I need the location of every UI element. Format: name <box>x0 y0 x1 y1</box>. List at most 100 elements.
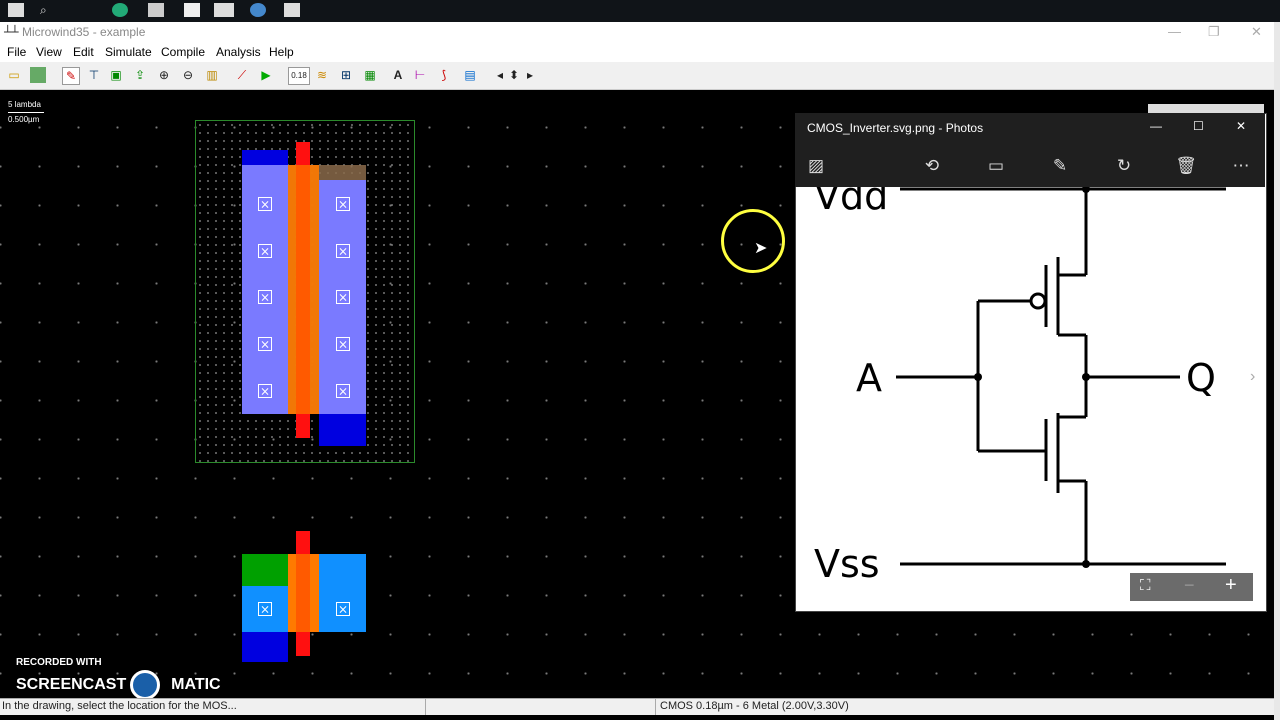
photos-maximize-button[interactable]: ☐ <box>1193 119 1204 133</box>
status-process: CMOS 0.18µm - 6 Metal (2.00V,3.30V) <box>660 700 849 712</box>
scale-bar <box>8 112 44 113</box>
photos-minimize-button[interactable]: — <box>1150 119 1162 133</box>
screencast-logo-icon <box>130 670 160 700</box>
search-icon[interactable]: ⌕ <box>40 3 56 17</box>
palette-icon[interactable]: ▤ <box>462 67 478 83</box>
process-icon[interactable]: 0.18 <box>288 67 310 85</box>
cut-icon[interactable]: ⇪ <box>132 67 148 83</box>
ndiff-bottom[interactable] <box>242 632 288 662</box>
zoom-in-icon[interactable]: ⊕ <box>156 67 172 83</box>
text-icon[interactable]: A <box>390 67 406 83</box>
app-icon[interactable] <box>148 3 164 17</box>
diffusion-bottom[interactable] <box>319 414 366 446</box>
app-icon[interactable] <box>214 3 234 17</box>
menu-bar: File View Edit Simulate Compile Analysis… <box>0 42 1274 62</box>
contact-icon[interactable]: ⨯ <box>336 244 350 258</box>
taskbar: ⌕ <box>0 0 1280 22</box>
status-message: In the drawing, select the location for … <box>2 700 237 712</box>
chip-icon[interactable]: ▦ <box>362 67 378 83</box>
vertical-scrollbar[interactable] <box>1274 22 1280 720</box>
chrome-icon[interactable] <box>112 3 128 17</box>
app-icon[interactable] <box>284 3 300 17</box>
scale-indicator: 5 lambda 0.500µm <box>8 100 44 124</box>
nmos-poly-channel <box>296 554 310 632</box>
contact-icon[interactable]: ⨯ <box>258 337 272 351</box>
cursor-highlight <box>721 209 785 273</box>
box-icon[interactable]: ▣ <box>108 67 124 83</box>
watermark-line1: RECORDED WITH <box>16 657 102 668</box>
contact-icon[interactable]: ⨯ <box>336 602 350 616</box>
slideshow-icon[interactable]: ▭ <box>985 155 1007 177</box>
vss-label: Vss <box>814 542 880 586</box>
status-bar: In the drawing, select the location for … <box>0 698 1274 715</box>
share-icon[interactable]: ⟲ <box>921 155 943 177</box>
fit-window-icon[interactable]: ⛶ <box>1140 577 1151 594</box>
arrow-updown-icon[interactable]: ⬍ <box>506 67 522 83</box>
microwind-icon: ┴┴ <box>4 25 19 39</box>
pmos-bubble <box>1029 292 1047 310</box>
restore-button[interactable]: ❐ <box>1208 24 1220 40</box>
menu-compile[interactable]: Compile <box>161 45 205 59</box>
zoom-out-icon[interactable]: ⊖ <box>180 67 196 83</box>
photos-close-button[interactable]: ✕ <box>1236 119 1246 133</box>
contact-icon[interactable]: ⨯ <box>258 384 272 398</box>
edit-icon[interactable]: ✎ <box>1049 155 1071 177</box>
image-icon[interactable]: ▨ <box>805 155 827 177</box>
app-icon[interactable] <box>184 3 200 17</box>
photos-title: CMOS_Inverter.svg.png - Photos <box>807 121 984 135</box>
browser-icon[interactable] <box>250 3 266 17</box>
cross-section-icon[interactable]: ⊞ <box>338 67 354 83</box>
layers-icon[interactable]: ≋ <box>314 67 330 83</box>
metal-icon[interactable]: ⊢ <box>412 67 428 83</box>
minimize-button[interactable]: — <box>1168 24 1181 39</box>
menu-help[interactable]: Help <box>269 45 294 59</box>
zoom-controls: ⛶ − + <box>1130 573 1253 601</box>
run-icon[interactable]: ▶ <box>258 67 274 83</box>
contact-icon[interactable]: ⨯ <box>258 244 272 258</box>
next-image-icon[interactable]: › <box>1250 368 1255 386</box>
watermark-brand-a: SCREENCAST <box>16 676 127 693</box>
title-bar: ┴┴ Microwind35 - example — ❐ ✕ <box>0 22 1274 42</box>
ndiff-right[interactable] <box>319 554 366 632</box>
zoom-out-button[interactable]: − <box>1184 575 1195 596</box>
curve-icon[interactable]: ⟆ <box>436 67 452 83</box>
contact-icon[interactable]: ⨯ <box>336 290 350 304</box>
delete-icon[interactable]: 🗑 <box>1175 155 1197 177</box>
menu-simulate[interactable]: Simulate <box>105 45 152 59</box>
zoom-in-button[interactable]: + <box>1225 574 1237 597</box>
poly-gate-channel <box>296 165 310 414</box>
contact-icon[interactable]: ⨯ <box>258 290 272 304</box>
arrow-right-icon[interactable]: ▸ <box>522 67 538 83</box>
cmos-inverter-schematic: Vdd A Q Vss <box>814 187 1226 586</box>
fit-icon[interactable]: ▥ <box>204 67 220 83</box>
contact-icon[interactable]: ⨯ <box>258 197 272 211</box>
mouse-cursor-icon: ➤ <box>754 240 768 257</box>
contact-icon[interactable]: ⨯ <box>336 384 350 398</box>
contact-icon[interactable]: ⨯ <box>258 602 272 616</box>
toolbar: ▭ ✎ ⊤ ▣ ⇪ ⊕ ⊖ ▥ ⟋ ▶ 0.18 ≋ ⊞ ▦ A ⊢ ⟆ ▤ ◂… <box>0 62 1274 90</box>
menu-edit[interactable]: Edit <box>73 45 94 59</box>
menu-view[interactable]: View <box>36 45 62 59</box>
mos-icon[interactable]: ⊤ <box>86 67 102 83</box>
open-icon[interactable]: ▭ <box>6 67 22 83</box>
watermark-brand-b: MATIC <box>171 676 221 693</box>
rotate-icon[interactable]: ↻ <box>1113 155 1135 177</box>
close-button[interactable]: ✕ <box>1251 24 1262 40</box>
photos-title-bar: CMOS_Inverter.svg.png - Photos — ☐ ✕ <box>795 113 1265 143</box>
contact-icon[interactable]: ⨯ <box>336 337 350 351</box>
watermark-line2: SCREENCAST MATIC <box>16 676 221 694</box>
scale-lambda: 5 lambda <box>8 100 41 109</box>
scale-um: 0.500µm <box>8 115 40 124</box>
contact-icon[interactable]: ⨯ <box>336 197 350 211</box>
menu-analysis[interactable]: Analysis <box>216 45 261 59</box>
window-title: Microwind35 - example <box>22 25 146 39</box>
more-icon[interactable]: ⋯ <box>1230 155 1252 177</box>
input-label: A <box>856 356 882 400</box>
pen-icon[interactable]: ✎ <box>62 67 80 85</box>
start-icon[interactable] <box>8 3 24 17</box>
vdd-label: Vdd <box>814 187 888 218</box>
timing-icon[interactable]: ⟋ <box>234 67 250 83</box>
save-icon[interactable] <box>30 67 46 83</box>
menu-file[interactable]: File <box>7 45 26 59</box>
output-label: Q <box>1186 356 1216 400</box>
